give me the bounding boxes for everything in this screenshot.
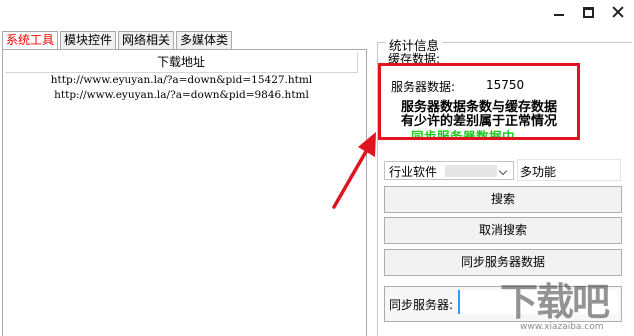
sync-status-text: 同步服务器数据中...	[411, 129, 531, 140]
category-select-value: 行业软件	[389, 165, 438, 179]
window-controls	[553, 6, 624, 18]
close-icon[interactable]	[612, 6, 624, 18]
tab-system-tools[interactable]: 系统工具	[2, 31, 59, 51]
chevron-down-icon[interactable]	[498, 165, 510, 177]
tab-module-controls[interactable]: 模块控件	[60, 31, 117, 50]
category-side-text: 多功能	[520, 165, 557, 179]
search-button[interactable]: 搜索	[384, 186, 622, 213]
minimize-icon[interactable]	[553, 6, 565, 18]
list-item[interactable]: http://www.eyuyan.la/?a=down&pid=9846.ht…	[5, 88, 358, 103]
tab-network[interactable]: 网络相关	[118, 31, 175, 50]
tab-multimedia[interactable]: 多媒体类	[176, 31, 233, 50]
category-select[interactable]: 行业软件	[384, 161, 514, 180]
category-select-highlight	[445, 165, 497, 177]
sync-server-data-button[interactable]: 同步服务器数据	[384, 249, 622, 276]
data-difference-note: 服务器数据条数与缓存数据 有少许的差别属于正常情况	[381, 101, 577, 129]
maximize-icon[interactable]	[583, 6, 594, 18]
sync-server-input[interactable]	[458, 290, 618, 314]
note-line-1: 服务器数据条数与缓存数据	[400, 100, 557, 115]
tab-bar: 系统工具 模块控件 网络相关 多媒体类	[2, 31, 234, 51]
sync-server-row: 同步服务器:	[384, 286, 622, 322]
column-header-download-url[interactable]: 下载地址	[5, 52, 358, 73]
server-data-label: 服务器数据:	[391, 80, 456, 94]
server-data-count: 15750	[486, 78, 525, 92]
server-info-highlight: 服务器数据: 15750 服务器数据条数与缓存数据 有少许的差别属于正常情况 同…	[378, 63, 580, 140]
list-item[interactable]: http://www.eyuyan.la/?a=down&pid=15427.h…	[5, 73, 358, 88]
cancel-search-button[interactable]: 取消搜索	[384, 217, 622, 244]
download-list[interactable]: 下载地址 http://www.eyuyan.la/?a=down&pid=15…	[5, 52, 358, 336]
category-side-field: 多功能	[517, 159, 621, 181]
tab-content-panel: 下载地址 http://www.eyuyan.la/?a=down&pid=15…	[2, 49, 367, 336]
sync-server-label: 同步服务器:	[389, 298, 454, 312]
